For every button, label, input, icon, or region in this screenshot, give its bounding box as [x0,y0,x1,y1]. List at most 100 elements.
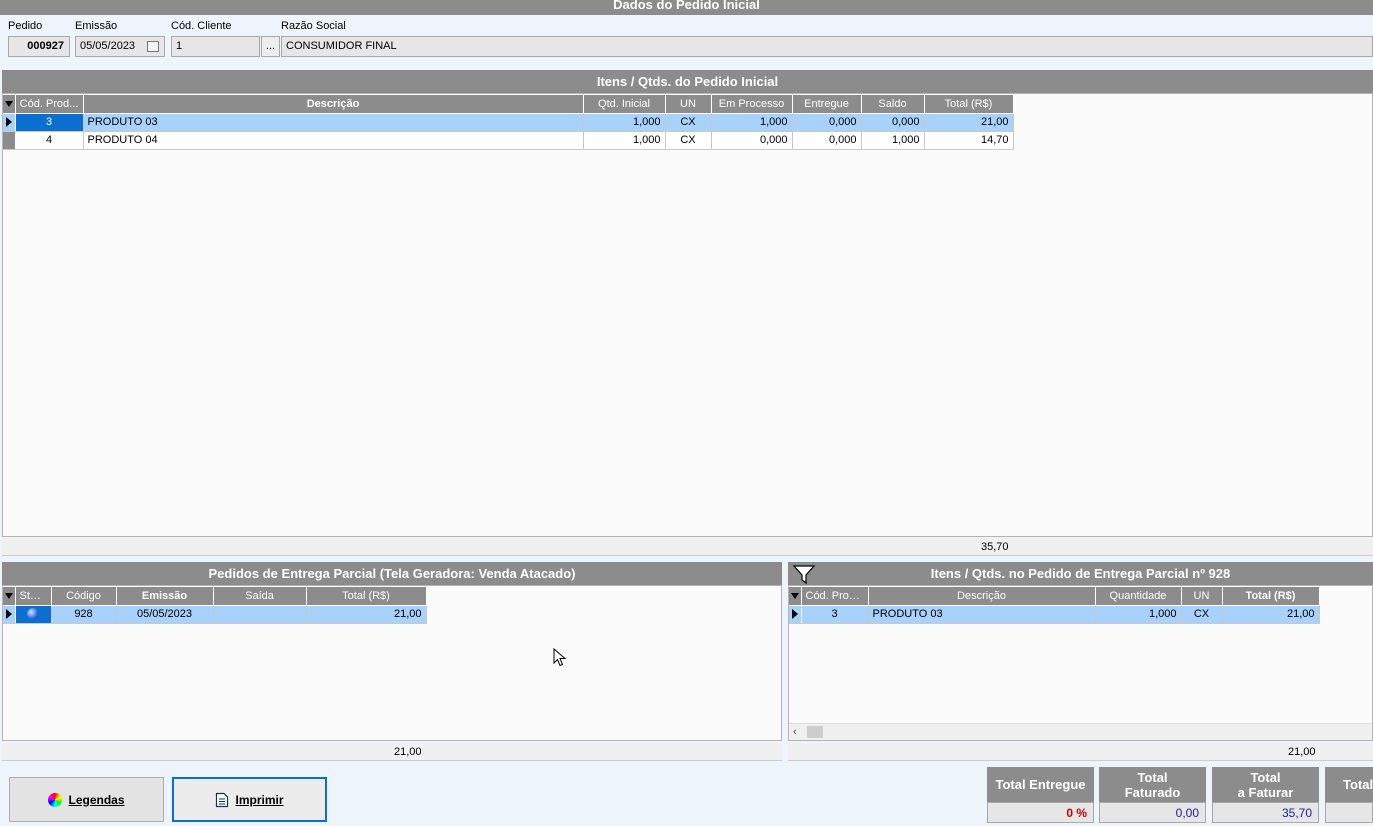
cod-cliente-label: Cód. Cliente [171,20,232,32]
emissao-label: Emissão [75,20,118,32]
col-cod-prod[interactable]: Cód. Prod... [801,587,869,606]
cell-qtd[interactable]: 1,000 [583,113,666,132]
total-extra-label-text: Total [1343,777,1373,792]
cell-quantidade[interactable]: 1,000 [1095,605,1182,624]
col-descricao[interactable]: Descrição [868,587,1096,606]
cell-descricao[interactable]: PRODUTO 03 [868,605,1096,624]
total-faturado-label-line1: Total [1137,769,1168,785]
cell-total[interactable]: 14,70 [924,131,1014,150]
total-entregue-label: Total Entregue [987,767,1094,802]
col-entregue[interactable]: Entregue [792,95,862,114]
order-header-title: Dados do Pedido Inicial [0,0,1373,15]
col-quantidade[interactable]: Quantidade [1095,587,1182,606]
cell-saida[interactable] [213,605,307,624]
cell-un[interactable]: CX [1181,605,1223,624]
horizontal-scrollbar[interactable]: ‹ [789,723,1372,740]
pedido-field[interactable]: 000927 [8,36,70,57]
table-row[interactable]: 928 05/05/2023 21,00 [3,605,427,624]
cell-un[interactable]: CX [665,113,712,132]
col-emissao[interactable]: Emissão [116,587,214,606]
cell-em-processo[interactable]: 0,000 [711,131,793,150]
col-un[interactable]: UN [665,95,712,114]
cell-qtd[interactable]: 1,000 [583,131,666,150]
row-indicator-icon [3,113,16,132]
col-status[interactable]: Stat... [15,587,52,606]
blue-globe-icon [27,608,39,621]
partial-items-panel[interactable]: Cód. Prod... Descrição Quantidade UN Tot… [788,585,1373,741]
cell-em-processo[interactable]: 1,000 [711,113,793,132]
items-table-header: Cód. Prod... Descrição Qtd. Inicial UN E… [3,95,1014,114]
cell-total[interactable]: 21,00 [306,605,427,624]
col-cod-prod[interactable]: Cód. Prod... [15,95,84,114]
cell-cod[interactable]: 4 [15,131,84,150]
total-extra-label: Total [1325,767,1373,802]
imprimir-button[interactable]: Imprimir [172,777,327,822]
items-footer-total: 35,70 [981,541,1009,553]
scroll-left-icon[interactable]: ‹ [793,726,797,738]
col-saida[interactable]: Saída [213,587,307,606]
legendas-button[interactable]: Legendas [9,777,164,822]
cell-total[interactable]: 21,00 [1222,605,1320,624]
items-table[interactable]: Cód. Prod... Descrição Qtd. Inicial UN E… [3,95,1014,150]
table-row[interactable]: 3 PRODUTO 03 1,000 CX 1,000 0,000 0,000 … [3,113,1014,132]
partial-items-footer-total: 21,00 [1288,746,1316,758]
col-total[interactable]: Total (R$) [306,587,427,606]
row-indicator [3,131,16,150]
cell-total[interactable]: 21,00 [924,113,1014,132]
cell-descricao[interactable]: PRODUTO 03 [83,113,584,132]
partial-items-table[interactable]: Cód. Prod... Descrição Quantidade UN Tot… [789,587,1320,624]
col-saldo[interactable]: Saldo [861,95,925,114]
col-qtd-inicial[interactable]: Qtd. Inicial [583,95,666,114]
items-grid-title: Itens / Qtds. do Pedido Inicial [2,70,1373,93]
cell-entregue[interactable]: 0,000 [792,131,862,150]
emissao-field[interactable]: 05/05/2023 [75,36,165,57]
partial-orders-header: Stat... Código Emissão Saída Total (R$) [3,587,427,606]
cell-codigo[interactable]: 928 [51,605,117,624]
items-grid-panel[interactable]: Cód. Prod... Descrição Qtd. Inicial UN E… [2,93,1373,537]
emissao-value: 05/05/2023 [80,40,136,52]
cell-descricao[interactable]: PRODUTO 04 [83,131,584,150]
row-indicator-icon [3,605,16,624]
pedido-label: Pedido [8,20,43,32]
total-a-faturar-label-line2: a Faturar [1237,784,1294,800]
mouse-cursor-icon [553,648,567,667]
col-total[interactable]: Total (R$) [924,95,1014,114]
column-menu-arrow[interactable] [3,95,16,114]
column-menu-arrow[interactable] [3,587,16,606]
cell-un[interactable]: CX [665,131,712,150]
partial-orders-footer-total: 21,00 [394,746,422,758]
scrollbar-thumb[interactable] [807,726,823,738]
total-a-faturar-label-line1: Total [1250,769,1281,785]
col-descricao[interactable]: Descrição [83,95,584,114]
cell-cod[interactable]: 3 [801,605,869,624]
table-row[interactable]: 3 PRODUTO 03 1,000 CX 21,00 [789,605,1320,624]
partial-items-footer-bar [788,743,1373,761]
filter-icon[interactable] [792,563,816,585]
razao-social-field[interactable]: CONSUMIDOR FINAL [281,36,1373,57]
cell-entregue[interactable]: 0,000 [792,113,862,132]
col-un[interactable]: UN [1181,587,1223,606]
total-a-faturar-value: 35,70 [1212,802,1319,823]
cell-emissao[interactable]: 05/05/2023 [116,605,214,624]
cell-saldo[interactable]: 1,000 [861,131,925,150]
row-indicator-icon [789,605,802,624]
partial-orders-table[interactable]: Stat... Código Emissão Saída Total (R$) … [3,587,427,624]
total-faturado-label-line2: Faturado [1124,784,1181,800]
col-total[interactable]: Total (R$) [1222,587,1320,606]
cell-cod[interactable]: 3 [15,113,84,132]
cell-status[interactable] [15,605,52,624]
column-menu-arrow[interactable] [789,587,802,606]
col-codigo[interactable]: Código [51,587,117,606]
col-em-processo[interactable]: Em Processo [711,95,793,114]
partial-orders-title: Pedidos de Entrega Parcial (Tela Gerador… [2,562,782,585]
cod-cliente-field[interactable]: 1 [171,36,260,57]
calendar-icon[interactable] [147,41,159,52]
cell-saldo[interactable]: 0,000 [861,113,925,132]
total-faturado-value: 0,00 [1099,802,1206,823]
cliente-lookup-button[interactable]: ... [261,36,280,57]
legendas-label: Legendas [68,792,125,807]
razao-social-label: Razão Social [281,20,346,32]
total-a-faturar-label: Total a Faturar [1212,767,1319,802]
table-row[interactable]: 4 PRODUTO 04 1,000 CX 0,000 0,000 1,000 … [3,131,1014,150]
partial-orders-panel[interactable]: Stat... Código Emissão Saída Total (R$) … [2,585,782,741]
